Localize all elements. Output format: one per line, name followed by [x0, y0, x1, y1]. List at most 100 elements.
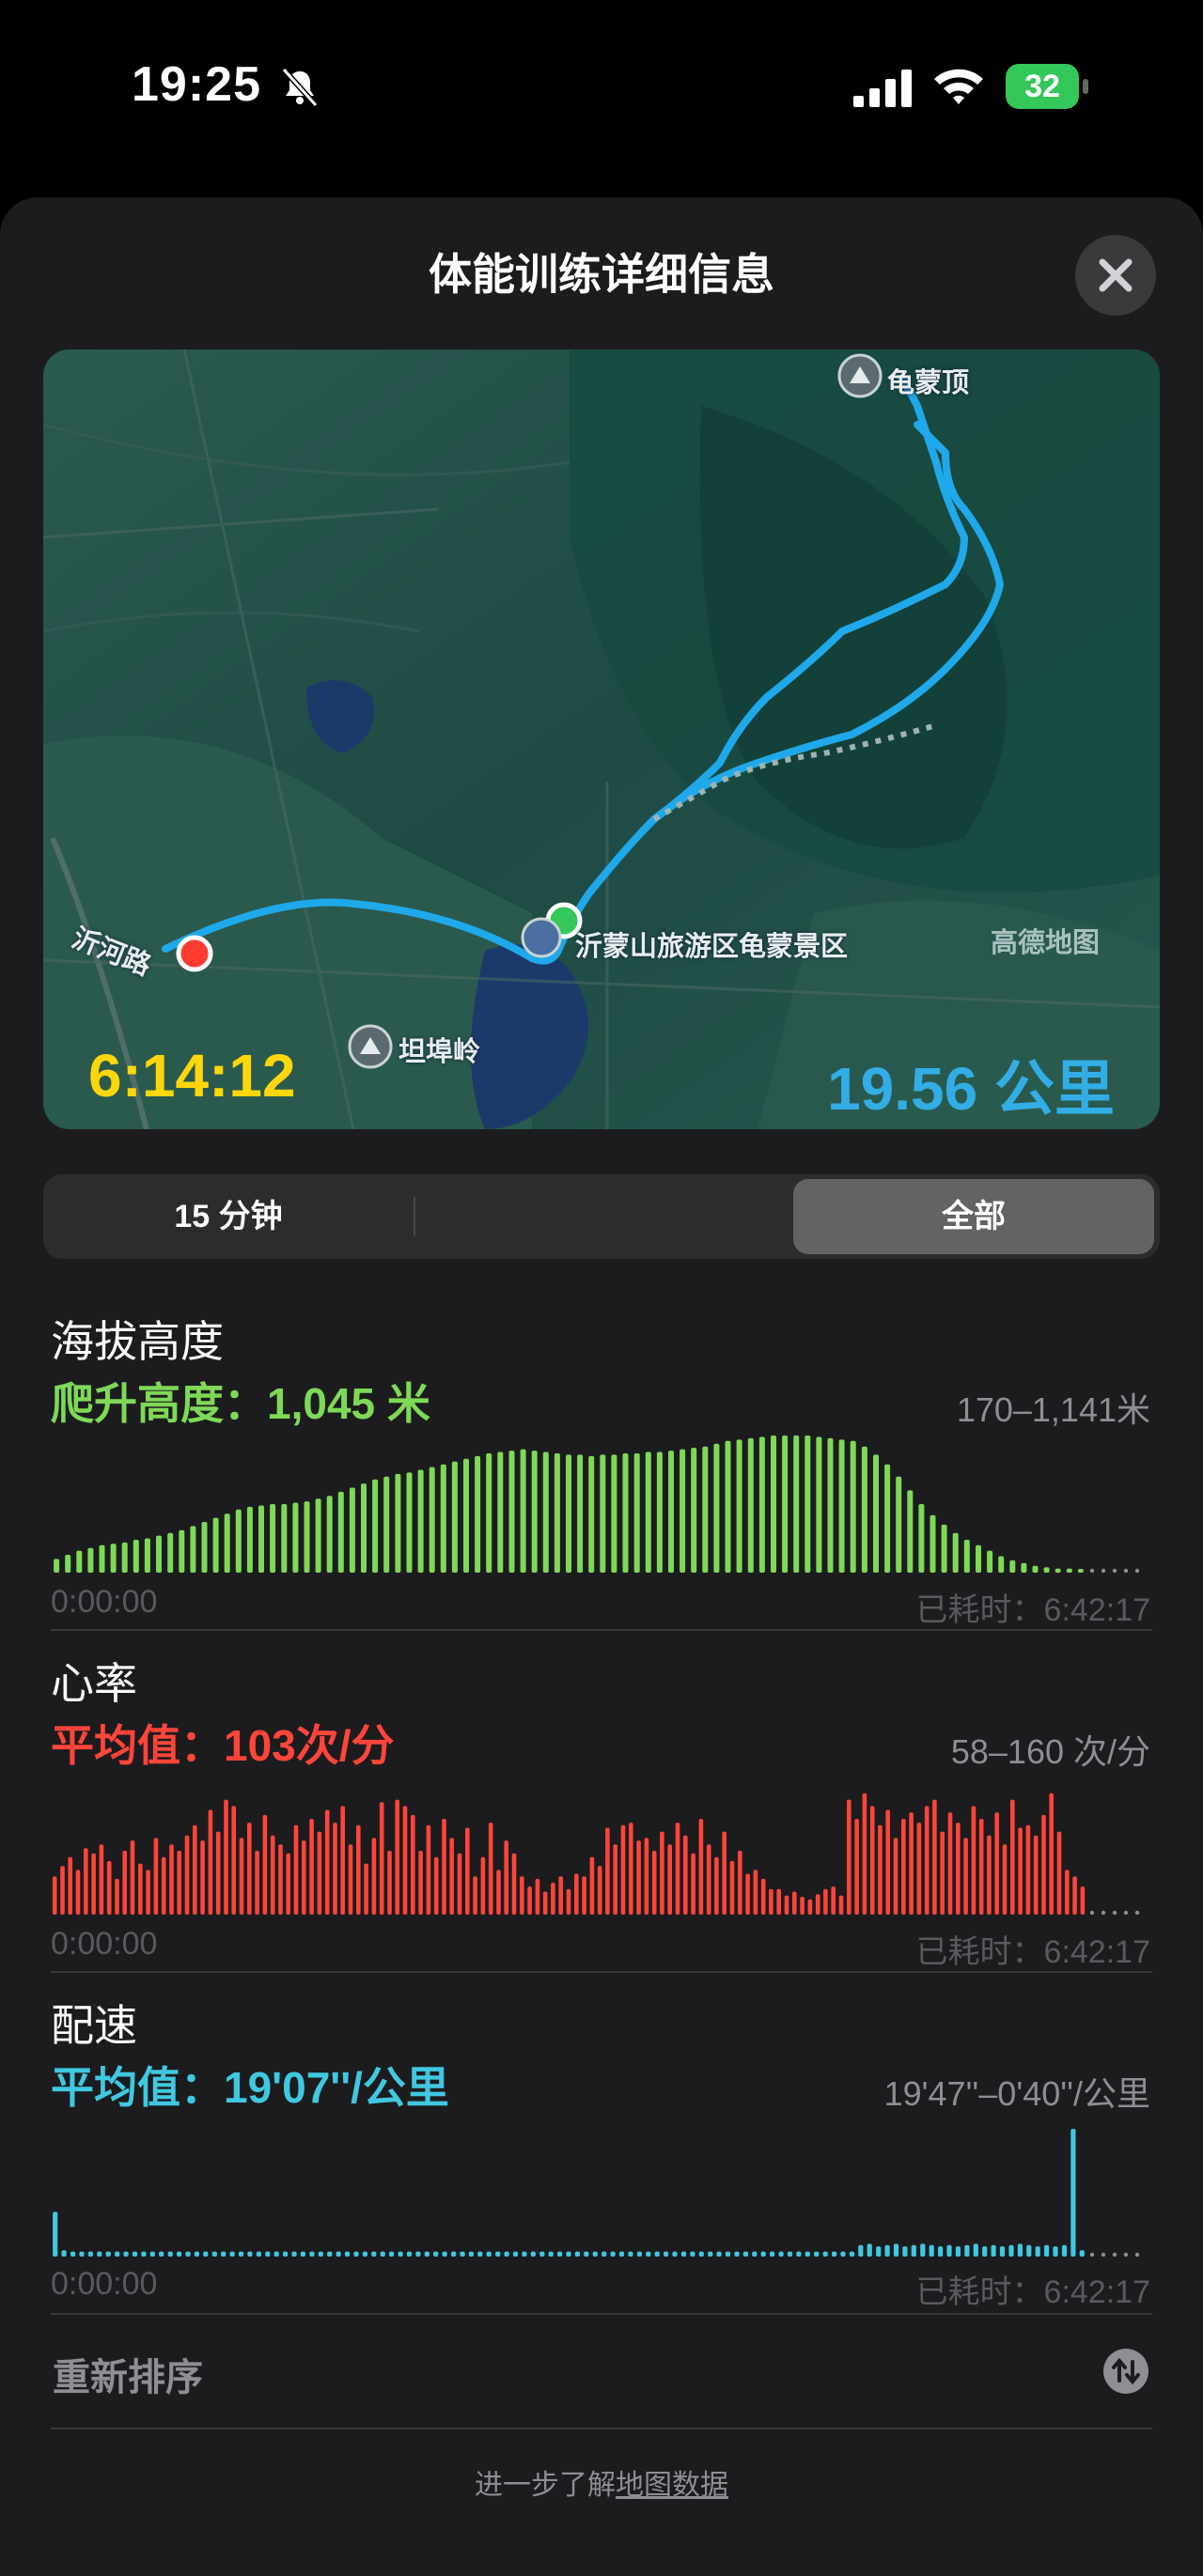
- pace-bar: [1026, 2244, 1032, 2257]
- pace-bar: [512, 2251, 519, 2257]
- elevation-bar: [850, 1440, 856, 1573]
- pace-bar: [380, 2251, 385, 2257]
- elevation-range: 170–1,141米: [956, 1390, 1150, 1429]
- close-icon: [1099, 258, 1133, 292]
- elevation-bar: [201, 1522, 208, 1573]
- pace-bar: [973, 2243, 978, 2257]
- route-map[interactable]: 龟蒙顶 沂蒙山旅游区龟蒙景区 沂河路 坦埠岭 高德地图 6:14:12 19.5…: [43, 349, 1160, 1129]
- heart_rate-bar: [262, 1814, 268, 1915]
- heart_rate-bar: [1056, 1831, 1062, 1915]
- elevation-bar: [805, 1435, 811, 1573]
- elevation-bar: [235, 1509, 242, 1573]
- pace-bar: [203, 2251, 209, 2257]
- heart_rate-bar: [963, 1838, 968, 1915]
- segment-middle[interactable]: [415, 1174, 791, 1259]
- heart_rate-bar: [675, 1823, 680, 1915]
- elevation-bar: [361, 1483, 367, 1573]
- elevation-bar: [1077, 1569, 1084, 1573]
- heart_rate-bar: [706, 1844, 711, 1915]
- heart_rate-bar: [402, 1806, 408, 1915]
- close-button[interactable]: [1075, 235, 1156, 316]
- heart_rate-bar: [769, 1888, 773, 1915]
- pace-bar: [141, 2251, 147, 2257]
- heart_rate-bar: [433, 1856, 439, 1915]
- heart_rate-bar: [620, 1824, 626, 1915]
- pace-bar: [770, 2251, 775, 2257]
- elevation-bar: [725, 1440, 731, 1573]
- elevation-bar: [566, 1454, 571, 1573]
- heart_rate-bar: [411, 1814, 415, 1915]
- heart_rate-bar: [231, 1806, 236, 1915]
- elevation-bar: [622, 1453, 629, 1573]
- pace-bar: [574, 2251, 580, 2257]
- pace-bar: [238, 2251, 244, 2257]
- pace-bar: [725, 2251, 731, 2257]
- pace-bar: [123, 2251, 129, 2257]
- heart_rate-bar: [629, 1823, 633, 1915]
- elevation-trailing-dot: [1089, 1568, 1095, 1574]
- pace-bar: [256, 2251, 261, 2257]
- pace-bar: [1053, 2246, 1058, 2257]
- pace-bar: [70, 2251, 76, 2257]
- elevation-bar: [270, 1504, 276, 1573]
- pace-bar: [911, 2244, 916, 2257]
- bell-muted-icon: [281, 67, 319, 108]
- pace-bar: [371, 2251, 377, 2257]
- pace-bar: [300, 2251, 305, 2257]
- heart_rate-bar: [823, 1888, 828, 1915]
- pace-bar: [636, 2251, 642, 2257]
- section-divider: [51, 2313, 1152, 2315]
- elevation-bar: [713, 1443, 720, 1573]
- elevation-summary: 爬升高度：1,045 米: [51, 1379, 430, 1428]
- pace-chart[interactable]: [51, 2121, 1152, 2262]
- elevation-bar: [54, 1559, 60, 1573]
- heart-rate-chart[interactable]: [51, 1779, 1152, 1920]
- elevation-bar: [440, 1464, 446, 1573]
- pace-bar: [177, 2251, 182, 2257]
- elevation-bar: [156, 1535, 162, 1573]
- pace-bar: [742, 2251, 748, 2257]
- elevation-bar: [337, 1491, 344, 1573]
- pace-bar: [522, 2251, 527, 2257]
- map-data-link[interactable]: 地图数据: [616, 2470, 728, 2501]
- pace-bar: [229, 2251, 235, 2257]
- elevation-bar: [1032, 1565, 1039, 1573]
- pace-bar: [610, 2251, 616, 2257]
- heart_rate-bar: [589, 1856, 595, 1915]
- heart_rate-bar: [324, 1809, 330, 1915]
- pace-bar: [539, 2251, 545, 2257]
- pace-bar: [185, 2251, 191, 2257]
- heart_rate-bar: [395, 1799, 399, 1915]
- elevation-bar: [976, 1544, 981, 1573]
- elevation-bar: [930, 1514, 936, 1573]
- heart_rate-bar: [940, 1831, 945, 1915]
- heart_rate-bar: [878, 1824, 883, 1915]
- heart_rate-bar: [480, 1856, 486, 1915]
- segment-all[interactable]: 全部: [793, 1174, 1154, 1259]
- cellular-signal-icon: [853, 70, 912, 107]
- swap-arrows-icon: [1112, 2357, 1140, 2385]
- reorder-icon[interactable]: [1103, 2349, 1148, 2394]
- reorder-button[interactable]: 重新排序: [53, 2347, 203, 2401]
- elevation-chart[interactable]: [51, 1428, 1152, 1578]
- elevation-bar: [1009, 1560, 1016, 1573]
- segment-15-minutes[interactable]: 15 分钟: [43, 1174, 414, 1259]
- elevation-bar: [406, 1472, 413, 1573]
- elevation-bar: [76, 1550, 83, 1573]
- elevation-bar: [463, 1458, 469, 1573]
- pace-bar: [592, 2251, 598, 2257]
- elevation-trailing-dot: [1123, 1568, 1129, 1574]
- heart_rate-bar: [722, 1831, 726, 1915]
- pace-bar: [424, 2251, 430, 2257]
- pace-trailing-dot: [1123, 2252, 1129, 2258]
- pace-bar: [566, 2251, 571, 2257]
- elevation-bar: [542, 1451, 549, 1573]
- heart_rate-bar: [776, 1888, 781, 1915]
- elevation-bar: [190, 1526, 196, 1573]
- status-bar: 19:25 32: [0, 0, 1203, 178]
- pace-range: 19'47''–0'40''/公里: [883, 2074, 1150, 2113]
- pace-bar: [486, 2251, 492, 2257]
- pace-end-label: 已耗时：6:42:17: [915, 2274, 1150, 2310]
- elevation-bar: [611, 1454, 617, 1573]
- pace-bar: [406, 2251, 413, 2257]
